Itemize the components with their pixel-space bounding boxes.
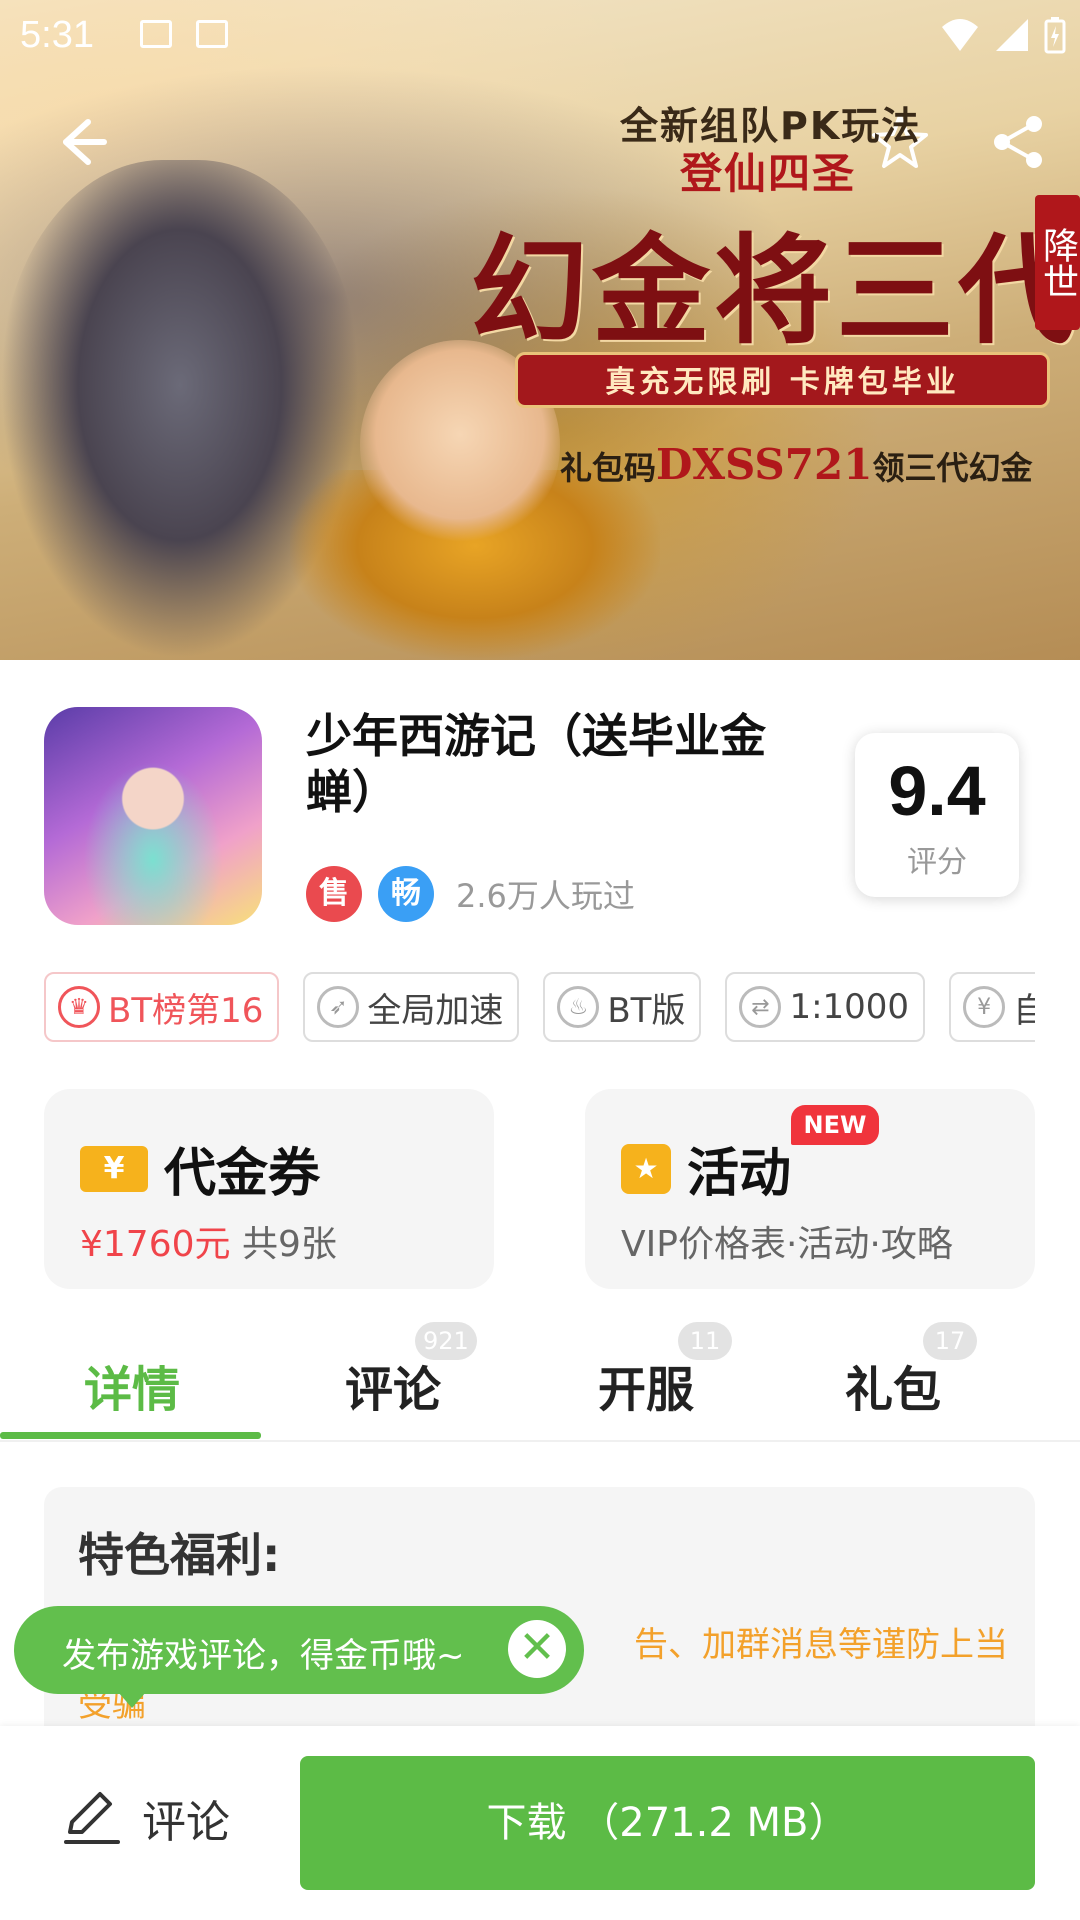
close-icon[interactable]: ✕ — [508, 1620, 566, 1678]
rocket-icon: ➶ — [317, 986, 360, 1028]
back-arrow-icon[interactable] — [48, 110, 112, 174]
tab-count-badge: 11 — [678, 1322, 732, 1360]
chip-label: BT榜第16 — [108, 990, 264, 1031]
chip-bt-rank[interactable]: ♛ BT榜第16 — [44, 972, 280, 1042]
chip-label: 全局加速 — [367, 990, 504, 1031]
gift-code-prefix: 礼包码 — [560, 449, 657, 487]
chip-label: 自 — [1013, 990, 1035, 1031]
chip-ratio[interactable]: ⇄ 1:1000 — [725, 972, 926, 1042]
game-banner: 5:31 全新组队PK玩法 登仙四圣 幻金将三代 降世 真充无限刷 卡牌包毕业 … — [0, 0, 1080, 660]
app-name: 少年西游记（送毕业金蝉） — [306, 709, 766, 819]
tab-comments[interactable]: 评论 921 — [345, 1322, 477, 1420]
new-badge: NEW — [791, 1105, 879, 1145]
toast-pointer — [118, 1692, 146, 1708]
activity-icon: ★ — [621, 1143, 671, 1194]
sale-badge: 售 — [306, 866, 362, 922]
trophy-icon: ♛ — [58, 986, 100, 1028]
share-icon[interactable] — [986, 110, 1050, 174]
chip-label: 1:1000 — [789, 987, 910, 1027]
banner-title: 幻金将三代 — [470, 221, 1080, 360]
comment-label: 评论 — [142, 1797, 230, 1848]
exchange-icon: ⇄ — [739, 986, 782, 1028]
activity-card[interactable]: ★ 活动 NEW VIP价格表·活动·攻略 — [585, 1089, 1035, 1289]
coupon-title: 代金券 — [164, 1144, 321, 1204]
tab-label: 评论 — [345, 1362, 442, 1418]
toast-text: 发布游戏评论，得金币哦~ — [62, 1636, 465, 1676]
activity-title: 活动 — [687, 1144, 792, 1204]
signal-icon — [996, 19, 1028, 51]
tab-label: 开服 — [598, 1362, 695, 1418]
app-badges: 售 畅 2.6万人玩过 — [306, 866, 635, 922]
smooth-badge: 畅 — [378, 866, 434, 922]
tab-label: 礼包 — [845, 1362, 942, 1418]
banner-gift-code: 礼包码DXSS721领三代幻金 — [560, 440, 1032, 489]
tab-indicator — [0, 1432, 261, 1439]
feature-chips: ♛ BT榜第16 ➶ 全局加速 ♨ BT版 ⇄ 1:1000 ¥ 自 — [44, 972, 1035, 1044]
tab-label: 详情 — [84, 1362, 181, 1418]
chip-label: BT版 — [607, 990, 686, 1031]
comment-button[interactable]: 评论 — [60, 1786, 230, 1850]
coupon-icon: ¥ — [80, 1145, 148, 1192]
rating-box: 9.4 评分 — [855, 733, 1019, 897]
status-time: 5:31 — [20, 14, 94, 56]
tab-count-badge: 921 — [415, 1322, 477, 1360]
chip-bt-version[interactable]: ♨ BT版 — [543, 972, 702, 1042]
gallery-notification-icon — [140, 20, 172, 48]
chip-speedup[interactable]: ➶ 全局加速 — [303, 972, 520, 1042]
tab-servers[interactable]: 开服 11 — [598, 1322, 732, 1420]
banner-line2: 登仙四圣 — [680, 149, 857, 198]
flame-icon: ♨ — [557, 986, 600, 1028]
app-icon — [44, 707, 262, 925]
tab-count-badge: 17 — [923, 1322, 977, 1360]
gift-code-suffix: 领三代幻金 — [872, 449, 1033, 487]
font-notification-icon — [196, 20, 228, 48]
banner-badge: 降世 — [1035, 195, 1080, 330]
bottom-bar: 评论 下载 （271.2 MB） — [0, 1726, 1080, 1920]
rating-label: 评分 — [907, 845, 967, 880]
battery-icon — [1044, 17, 1066, 54]
tab-gifts[interactable]: 礼包 17 — [845, 1322, 977, 1420]
coupon-count: 共9张 — [241, 1224, 337, 1265]
played-count: 2.6万人玩过 — [456, 877, 635, 915]
edit-pen-icon — [64, 1792, 120, 1844]
yen-icon: ¥ — [963, 986, 1006, 1028]
wifi-icon — [942, 19, 978, 51]
comment-toast[interactable]: 发布游戏评论，得金币哦~ ✕ — [14, 1606, 584, 1708]
tab-details[interactable]: 详情 — [84, 1350, 180, 1420]
detail-tabs: 详情 评论 921 开服 11 礼包 17 — [0, 1320, 1080, 1442]
activity-subtitle: VIP价格表·活动·攻略 — [621, 1224, 953, 1265]
download-button[interactable]: 下载 （271.2 MB） — [300, 1756, 1035, 1890]
banner-ribbon: 真充无限刷 卡牌包毕业 — [515, 352, 1050, 408]
coupon-card[interactable]: ¥ 代金券 ¥1760元 共9张 — [44, 1089, 494, 1289]
status-bar: 5:31 — [0, 0, 1080, 70]
chip-self[interactable]: ¥ 自 — [949, 972, 1035, 1042]
detail-heading: 特色福利: — [78, 1528, 281, 1582]
rating-score: 9.4 — [888, 752, 986, 830]
gift-code: DXSS721 — [656, 440, 873, 489]
coupon-amount: ¥1760元 — [80, 1224, 231, 1265]
